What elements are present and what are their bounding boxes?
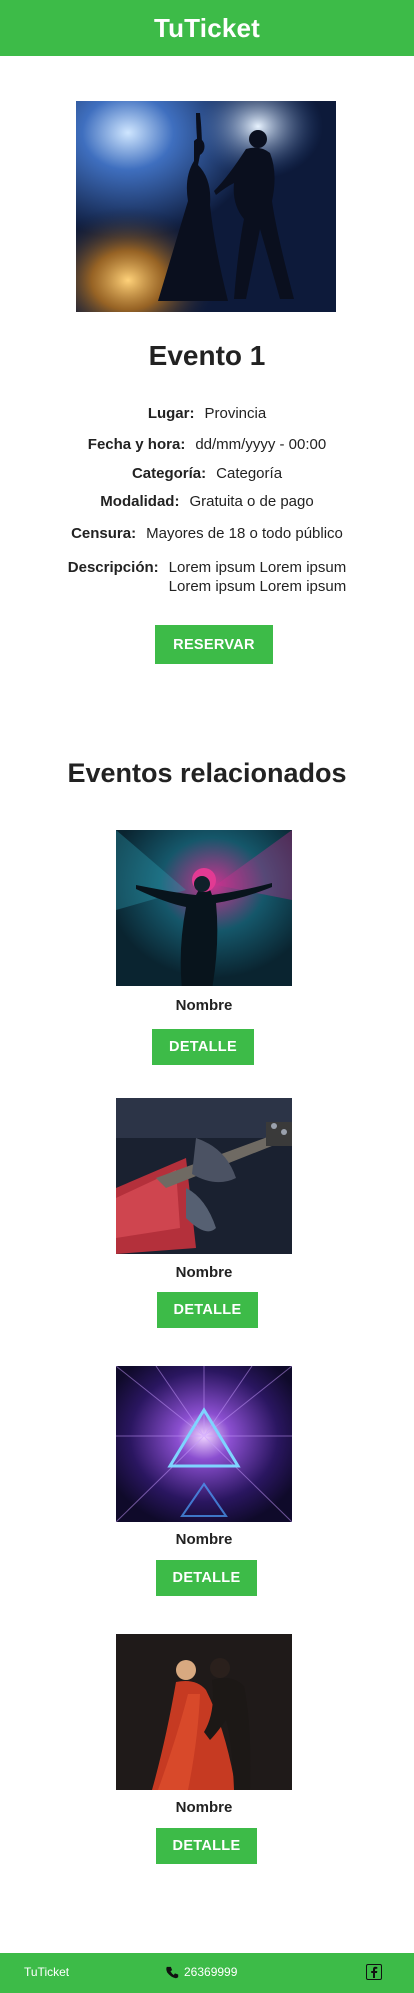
detail-label: Modalidad:	[100, 493, 180, 510]
detail-button[interactable]: DETALLE	[156, 1828, 257, 1864]
related-events-title: Eventos relacionados	[67, 758, 347, 788]
related-event-name: Nombre	[175, 1264, 233, 1281]
related-event-image[interactable]	[116, 1366, 292, 1522]
detail-label: Lugar:	[147, 405, 195, 422]
brand-logo[interactable]: TuTicket	[154, 13, 260, 44]
detail-value: Provincia	[204, 405, 267, 422]
detail-row-lugar: Lugar: Provincia	[0, 404, 414, 423]
detail-button[interactable]: DETALLE	[157, 1292, 258, 1328]
related-event-image[interactable]	[116, 830, 292, 986]
detail-row-fecha: Fecha y hora: dd/mm/yyyy - 00:00	[0, 435, 414, 454]
detail-row-descripcion: Descripción: Lorem ipsum Lorem ipsum Lor…	[0, 558, 414, 596]
detail-label: Fecha y hora:	[87, 436, 186, 453]
phone-number: 26369999	[184, 1965, 238, 1979]
top-bar: TuTicket	[0, 0, 414, 56]
detail-value: Categoría	[216, 465, 283, 482]
description-line: Lorem ipsum Lorem ipsum	[168, 559, 347, 576]
detail-value: Gratuita o de pago	[189, 493, 314, 510]
related-event-name: Nombre	[175, 997, 233, 1014]
related-event-image[interactable]	[116, 1634, 292, 1790]
related-event-name: Nombre	[175, 1799, 233, 1816]
related-event-image[interactable]	[116, 1098, 292, 1254]
event-hero-image	[76, 101, 336, 312]
footer-brand[interactable]: TuTicket	[24, 1965, 69, 1979]
footer-bar: TuTicket 26369999	[0, 1953, 414, 1993]
phone-icon	[166, 1966, 179, 1979]
detail-button[interactable]: DETALLE	[152, 1029, 254, 1065]
facebook-icon[interactable]	[366, 1964, 382, 1980]
related-event-name: Nombre	[175, 1531, 233, 1548]
detail-label: Descripción:	[67, 559, 159, 576]
detail-label: Categoría:	[131, 465, 207, 482]
event-title: Evento 1	[148, 340, 266, 371]
description-line: Lorem ipsum Lorem ipsum	[168, 578, 347, 595]
detail-value: dd/mm/yyyy - 00:00	[195, 436, 327, 453]
reserve-button[interactable]: RESERVAR	[155, 625, 273, 664]
detail-label: Censura:	[71, 525, 137, 542]
detail-button[interactable]: DETALLE	[156, 1560, 257, 1596]
detail-row-censura: Censura: Mayores de 18 o todo público	[0, 524, 414, 543]
detail-value: Lorem ipsum Lorem ipsum Lorem ipsum Lore…	[169, 558, 347, 596]
footer-phone[interactable]: 26369999	[166, 1965, 237, 1979]
detail-row-modalidad: Modalidad: Gratuita o de pago	[0, 492, 414, 511]
detail-value: Mayores de 18 o todo público	[146, 525, 343, 542]
detail-row-categoria: Categoría: Categoría	[0, 464, 414, 483]
